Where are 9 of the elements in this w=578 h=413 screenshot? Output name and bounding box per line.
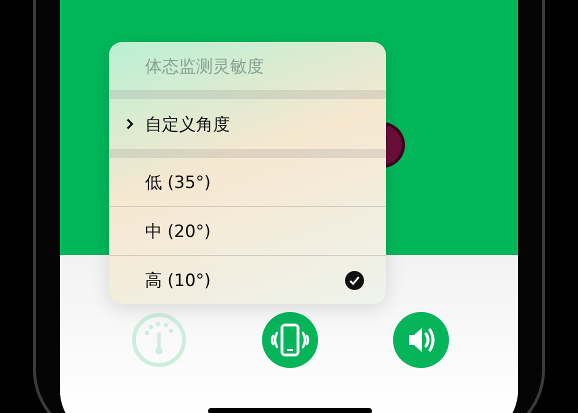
checkmark-icon — [345, 270, 364, 290]
gauge-icon — [131, 312, 187, 368]
menu-title: 体态监测灵敏度 — [144, 56, 265, 78]
menu-option[interactable]: 低 (35°) — [109, 158, 386, 206]
menu-option[interactable]: 中 (20°) — [109, 207, 386, 255]
submenu-item[interactable]: 自定义角度 — [109, 99, 386, 149]
menu-item-label: 自定义角度 — [145, 114, 230, 136]
menu-option[interactable]: 高 (10°) — [109, 256, 386, 304]
chevron-right-icon — [126, 118, 134, 130]
